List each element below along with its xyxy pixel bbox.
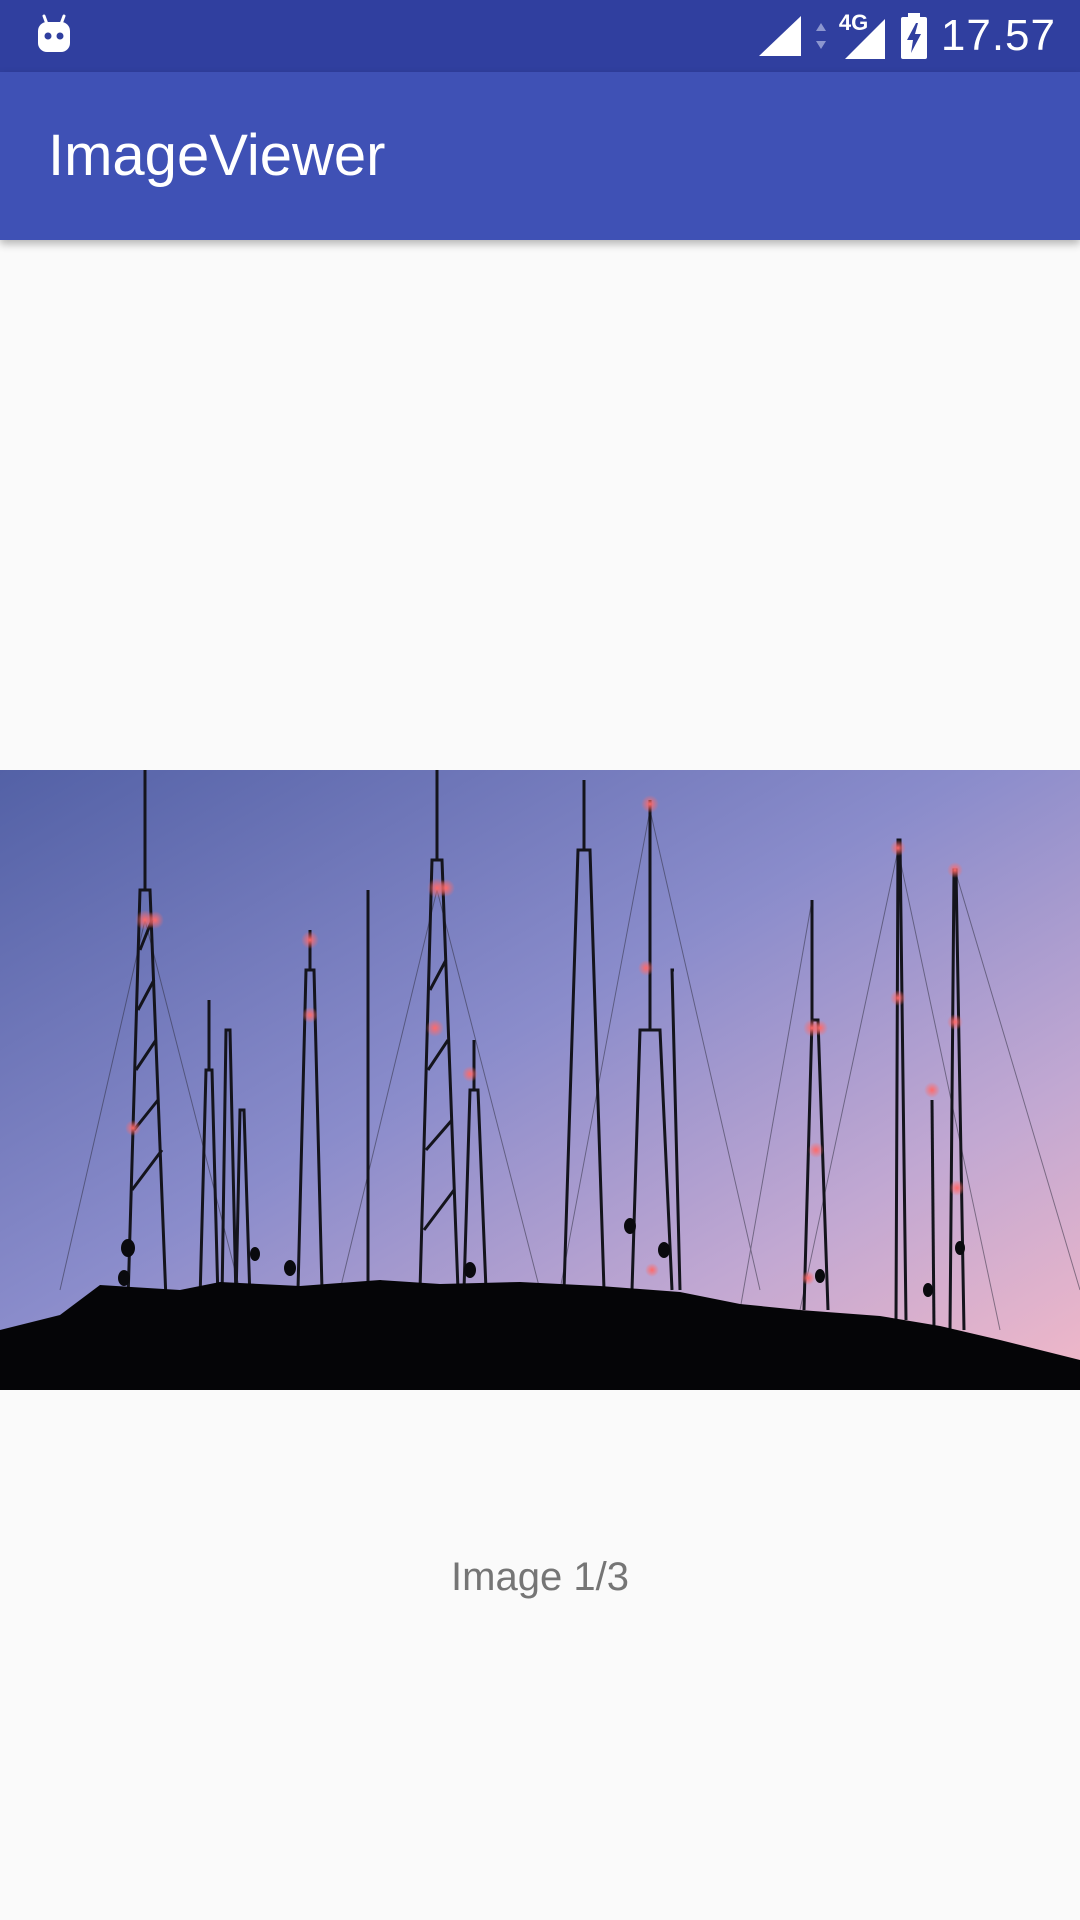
app-bar: ImageViewer [0,72,1080,240]
image-counter: Image 1/3 [451,1555,629,1599]
status-icons: 4G 17.57 [757,0,1056,72]
data-arrows-icon [815,23,826,49]
signal-4g-icon: 4G [839,11,887,61]
android-notification-icon [34,12,74,56]
app-title: ImageViewer [48,123,386,188]
status-bar: 4G 17.57 [0,0,1080,72]
image-viewer-content[interactable]: Image 1/3 [0,240,1080,1920]
battery-charging-icon [900,13,927,59]
signal-icon [758,16,801,56]
status-clock: 17.57 [940,11,1056,60]
image-display[interactable] [0,770,1080,1390]
